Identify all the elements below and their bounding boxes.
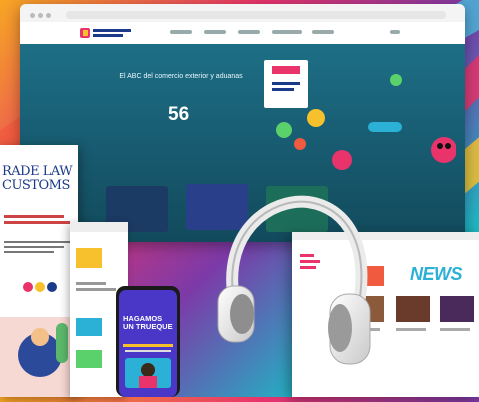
nav-item[interactable] (272, 30, 302, 34)
phone-screen: HAGAMOS UN TRUEQUE (119, 290, 177, 397)
address-bar[interactable] (66, 11, 446, 19)
nav-item[interactable] (312, 30, 334, 34)
tablet-title-line: RADE LAW (2, 164, 73, 179)
tablet-title-line: CUSTOMS (2, 178, 70, 193)
hero-illustration (264, 60, 456, 170)
nav-item[interactable] (238, 30, 260, 34)
phone-headline-line: UN TRUEQUE (123, 322, 173, 331)
hero-number: 56 (168, 104, 190, 125)
nav-item[interactable] (390, 30, 400, 34)
phone-headline: HAGAMOS UN TRUEQUE (123, 315, 177, 331)
tablet-content (0, 215, 78, 397)
news-title: NEWS (410, 264, 463, 284)
tablet-mockup: RADE LAW CUSTOMS (0, 145, 78, 397)
phone-illustration (123, 344, 173, 388)
nav-item[interactable] (204, 30, 226, 34)
site-header (20, 22, 465, 44)
phone-mockup: HAGAMOS UN TRUEQUE (116, 286, 180, 397)
headphones-icon (217, 195, 371, 365)
hero-text: El ABC del comercio exterior y aduanas (119, 73, 243, 80)
window-dot[interactable] (46, 13, 51, 18)
tablet-logo-title: RADE LAW CUSTOMS (2, 165, 78, 193)
window-dot[interactable] (38, 13, 43, 18)
browser-chrome (20, 4, 465, 45)
site-logo[interactable] (80, 26, 136, 40)
window-dot[interactable] (30, 13, 35, 18)
nav-item[interactable] (170, 30, 192, 34)
